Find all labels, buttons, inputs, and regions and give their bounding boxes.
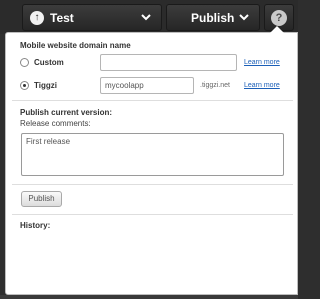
tiggzi-option[interactable]: Tiggzi: [20, 81, 57, 90]
publish-button[interactable]: Publish: [21, 191, 62, 207]
release-comments-label: Release comments:: [20, 119, 91, 128]
release-comments-textarea[interactable]: First release: [21, 133, 284, 176]
custom-learn-more-link[interactable]: Learn more: [244, 59, 280, 66]
tiggzi-radio[interactable]: [20, 81, 29, 90]
custom-label: Custom: [34, 58, 64, 67]
divider: [12, 184, 293, 185]
chevron-down-icon: [238, 11, 250, 23]
help-icon: ?: [271, 9, 287, 26]
publish-panel: Mobile website domain name Custom Learn …: [5, 26, 298, 295]
test-label: Test: [50, 10, 74, 25]
chevron-down-icon: [140, 11, 152, 23]
publish-heading: Publish current version:: [20, 108, 113, 117]
custom-domain-input[interactable]: [100, 54, 237, 71]
tiggzi-label: Tiggzi: [34, 81, 57, 90]
publish-dropdown-button[interactable]: Publish: [166, 4, 260, 31]
custom-option[interactable]: Custom: [20, 58, 64, 67]
test-dropdown-button[interactable]: ↑ Test: [22, 4, 162, 31]
publish-label: Publish: [191, 10, 235, 25]
history-heading: History:: [20, 221, 51, 230]
panel-caret: [270, 26, 284, 33]
custom-radio[interactable]: [20, 58, 29, 67]
tiggzi-subdomain-input[interactable]: mycoolapp: [100, 77, 194, 94]
domain-suffix: .tiggzi.net: [200, 82, 230, 89]
top-toolbar: ↑ Test Publish ?: [0, 0, 298, 34]
domain-heading: Mobile website domain name: [20, 41, 131, 50]
divider: [12, 214, 293, 215]
upload-icon: ↑: [30, 10, 44, 25]
divider: [12, 100, 293, 101]
background-strip: [0, 295, 298, 299]
tiggzi-learn-more-link[interactable]: Learn more: [244, 82, 280, 89]
